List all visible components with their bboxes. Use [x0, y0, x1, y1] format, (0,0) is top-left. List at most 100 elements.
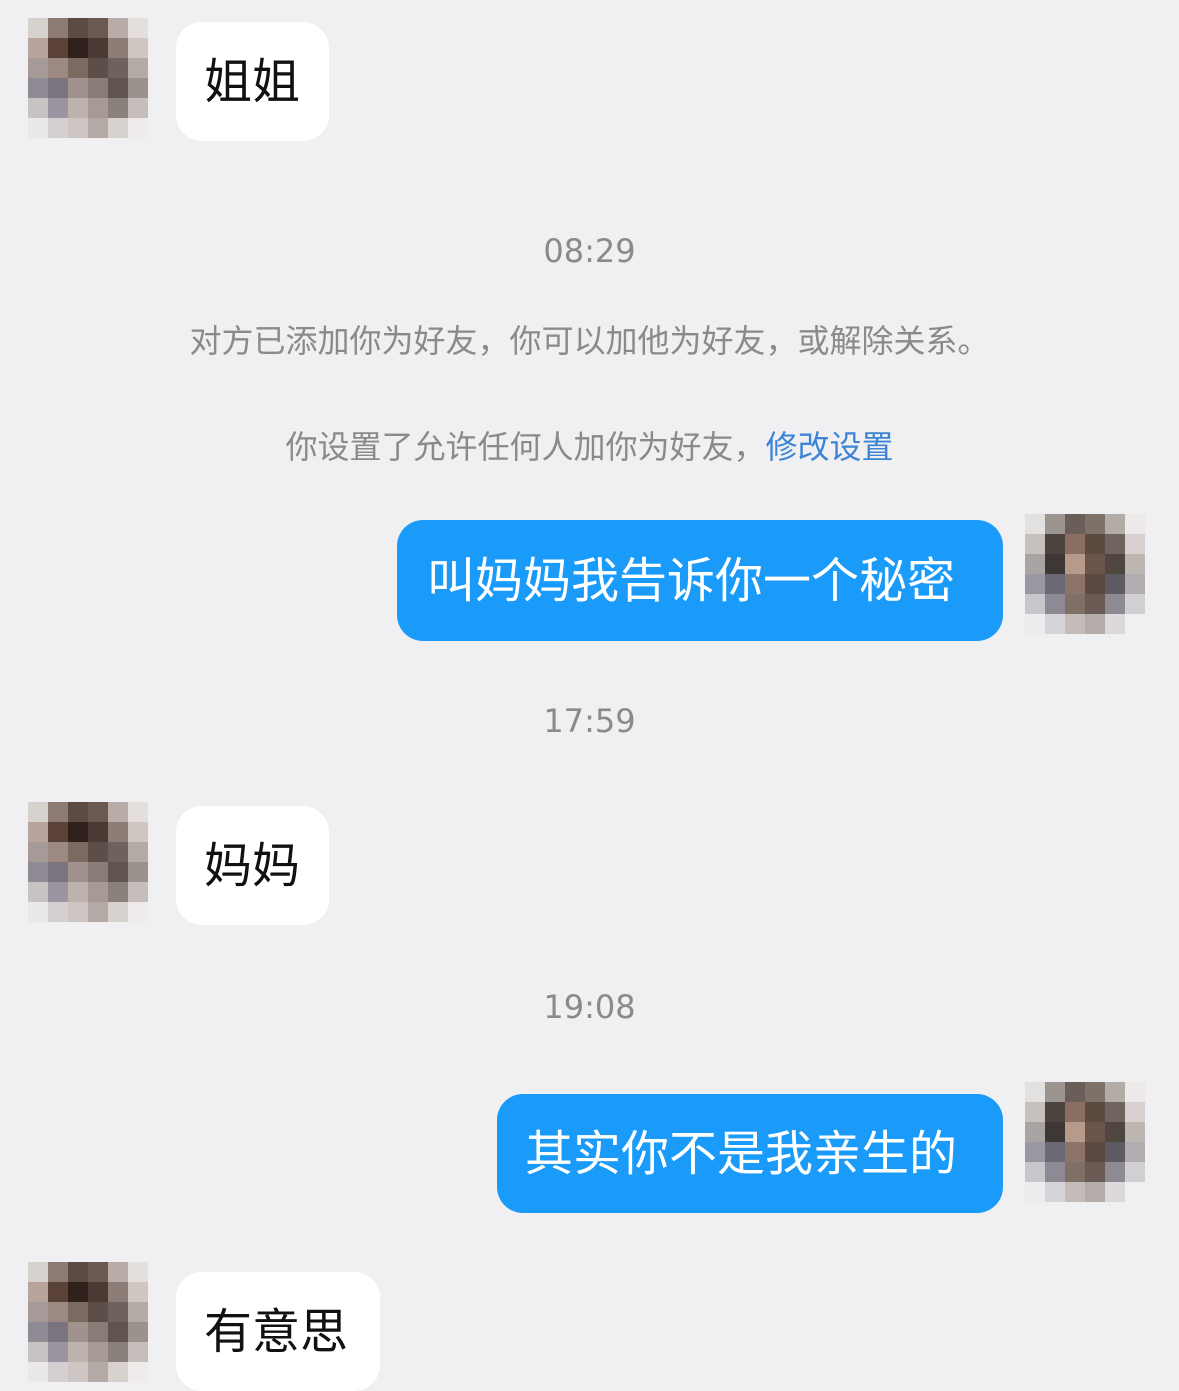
avatar-pixel	[1125, 614, 1145, 634]
avatar-pixel	[88, 118, 108, 138]
avatar-pixel	[1025, 1162, 1045, 1182]
avatar-pixel	[1125, 574, 1145, 594]
avatar-pixel	[1065, 1082, 1085, 1102]
avatar-pixel	[48, 802, 68, 822]
avatar-pixel	[68, 1262, 88, 1282]
system-notice: 对方已添加你为好友，你可以加他为好友，或解除关系。	[189, 322, 990, 360]
outgoing-message-bubble[interactable]: 叫妈妈我告诉你一个秘密	[397, 520, 1003, 641]
avatar-pixel	[1045, 614, 1065, 634]
avatar-pixel	[128, 822, 148, 842]
avatar-pixel	[1085, 554, 1105, 574]
avatar-pixel	[88, 1302, 108, 1322]
contact-avatar[interactable]	[28, 18, 148, 138]
avatar-pixel	[1085, 1102, 1105, 1122]
avatar-pixel	[1065, 614, 1085, 634]
incoming-message-bubble[interactable]: 姐姐	[176, 22, 329, 141]
avatar-pixel	[108, 842, 128, 862]
avatar-pixel	[1085, 534, 1105, 554]
avatar-pixel	[48, 842, 68, 862]
avatar-pixel	[1065, 1182, 1085, 1202]
avatar-pixel	[1125, 1122, 1145, 1142]
avatar-pixel	[68, 822, 88, 842]
avatar-pixel	[88, 882, 108, 902]
avatar-pixel	[48, 1262, 68, 1282]
avatar-pixel	[1105, 574, 1125, 594]
incoming-message-bubble[interactable]: 有意思	[176, 1272, 380, 1391]
avatar-pixel	[1065, 554, 1085, 574]
avatar-pixel	[1085, 1142, 1105, 1162]
avatar-pixel	[128, 862, 148, 882]
avatar-pixel	[1065, 574, 1085, 594]
avatar-pixel	[68, 1302, 88, 1322]
avatar-pixel	[1105, 594, 1125, 614]
avatar-pixel	[68, 1342, 88, 1362]
avatar-pixel	[128, 1262, 148, 1282]
avatar-pixel	[88, 802, 108, 822]
avatar-pixel	[88, 902, 108, 922]
avatar-pixel	[1085, 514, 1105, 534]
avatar-pixel	[108, 38, 128, 58]
avatar-pixel	[48, 1342, 68, 1362]
avatar-pixel	[28, 18, 48, 38]
avatar-pixel	[1045, 1142, 1065, 1162]
avatar-pixel	[48, 58, 68, 78]
avatar-pixel	[68, 18, 88, 38]
avatar-pixel	[1025, 1082, 1045, 1102]
avatar-pixel	[1105, 1082, 1125, 1102]
notice-text: 你设置了允许任何人加你为好友，	[285, 428, 766, 466]
avatar-pixel	[48, 1302, 68, 1322]
avatar-pixel	[128, 98, 148, 118]
avatar-pixel	[1105, 1182, 1125, 1202]
self-avatar[interactable]	[1025, 514, 1145, 634]
avatar-pixel	[28, 1262, 48, 1282]
avatar-pixel	[1025, 1182, 1045, 1202]
avatar-pixel	[128, 38, 148, 58]
avatar-pixel	[88, 842, 108, 862]
avatar-pixel	[1105, 614, 1125, 634]
avatar-pixel	[108, 802, 128, 822]
avatar-pixel	[88, 1282, 108, 1302]
avatar-pixel	[68, 902, 88, 922]
avatar-pixel	[88, 18, 108, 38]
avatar-pixel	[48, 18, 68, 38]
avatar-pixel	[108, 118, 128, 138]
avatar-pixel	[1045, 594, 1065, 614]
outgoing-message-bubble[interactable]: 其实你不是我亲生的	[497, 1094, 1003, 1213]
avatar-pixel	[1105, 514, 1125, 534]
avatar-pixel	[88, 1322, 108, 1342]
modify-settings-link[interactable]: 修改设置	[766, 428, 894, 466]
avatar-pixel	[1025, 614, 1045, 634]
avatar-pixel	[28, 1342, 48, 1362]
avatar-pixel	[1125, 1162, 1145, 1182]
avatar-pixel	[1085, 1122, 1105, 1142]
avatar-pixel	[1065, 1122, 1085, 1142]
message-text: 其实你不是我亲生的	[525, 1125, 958, 1182]
timestamp: 17:59	[543, 702, 636, 740]
avatar-pixel	[68, 58, 88, 78]
avatar-pixel	[108, 18, 128, 38]
avatar-pixel	[28, 842, 48, 862]
avatar-pixel	[28, 118, 48, 138]
self-avatar[interactable]	[1025, 1082, 1145, 1202]
contact-avatar[interactable]	[28, 1262, 148, 1382]
incoming-message-bubble[interactable]: 妈妈	[176, 806, 329, 925]
avatar-pixel	[68, 842, 88, 862]
avatar-pixel	[1065, 1162, 1085, 1182]
contact-avatar[interactable]	[28, 802, 148, 922]
avatar-pixel	[128, 1322, 148, 1342]
avatar-pixel	[1085, 594, 1105, 614]
avatar-pixel	[28, 882, 48, 902]
avatar-pixel	[68, 802, 88, 822]
avatar-pixel	[1045, 1182, 1065, 1202]
avatar-pixel	[1045, 1102, 1065, 1122]
avatar-pixel	[68, 862, 88, 882]
avatar-pixel	[128, 18, 148, 38]
avatar-pixel	[1065, 1102, 1085, 1122]
avatar-pixel	[28, 58, 48, 78]
avatar-pixel	[108, 862, 128, 882]
avatar-pixel	[88, 98, 108, 118]
avatar-pixel	[1125, 514, 1145, 534]
avatar-pixel	[68, 1362, 88, 1382]
avatar-pixel	[108, 882, 128, 902]
avatar-pixel	[68, 1322, 88, 1342]
